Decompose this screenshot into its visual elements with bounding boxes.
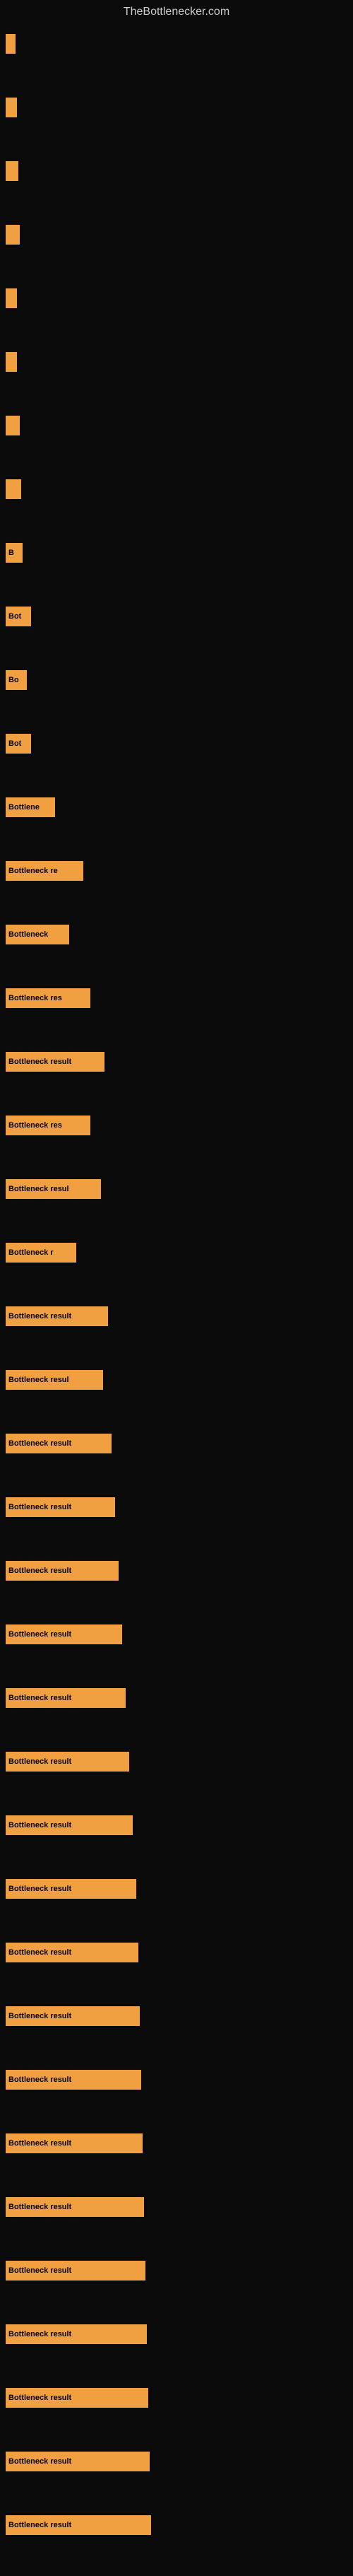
bar-row: Bottleneck resul [6,1367,347,1431]
bar-row: Bottleneck result [6,2131,347,2194]
result-bar: Bottleneck result [6,1752,129,1772]
bar-row: Bottleneck result [6,1813,347,1876]
result-bar: Bottleneck result [6,1624,122,1644]
bar-row: Bottleneck result [6,2449,347,2512]
bar-row [6,158,347,222]
result-bar: Bottleneck result [6,2006,140,2026]
result-bar [6,288,17,308]
bar-row: Bottleneck result [6,1622,347,1685]
result-bar: Bottleneck re [6,861,83,881]
result-bar: Bottleneck result [6,1052,104,1072]
result-bar: Bottleneck result [6,1434,112,1453]
result-bar: Bottleneck result [6,2197,144,2217]
result-bar: Bottleneck result [6,2324,147,2344]
bar-row [6,286,347,349]
result-bar: Bottleneck result [6,1879,136,1899]
result-bar: Bo [6,670,27,690]
result-bar: Bottleneck result [6,1688,126,1708]
bar-row: Bot [6,604,347,667]
bar-row: Bottleneck r [6,1240,347,1304]
result-bar: Bottleneck result [6,1815,133,1835]
bar-row [6,413,347,476]
result-bar [6,225,20,245]
result-bar: Bottleneck [6,925,69,944]
result-bar: Bot [6,734,31,754]
bar-row: Bottleneck result [6,2322,347,2385]
bar-row: Bottleneck [6,922,347,985]
bar-row [6,349,347,413]
bar-row: Bottleneck result [6,2385,347,2449]
bar-row [6,95,347,158]
result-bar: Bottleneck result [6,1306,108,1326]
result-bar: Bot [6,607,31,626]
bar-row: Bottleneck re [6,858,347,922]
bar-row: Bottleneck result [6,1494,347,1558]
result-bar [6,161,18,181]
bar-row: Bottleneck result [6,2194,347,2258]
result-bar: Bottleneck result [6,2070,141,2090]
result-bar [6,34,16,54]
result-bar [6,98,17,117]
result-bar: Bottleneck result [6,2388,148,2408]
result-bar: Bottleneck resul [6,1370,103,1390]
result-bar: Bottlene [6,797,55,817]
bar-row: Bo [6,667,347,731]
result-bar: Bottleneck result [6,1561,119,1581]
bar-row: Bottleneck res [6,1113,347,1176]
bar-row: Bottleneck result [6,1876,347,1940]
result-bar: Bottleneck result [6,2515,151,2535]
site-title: TheBottlenecker.com [0,0,353,24]
bar-row: Bottleneck result [6,1685,347,1749]
bar-row [6,476,347,540]
result-bar: Bottleneck res [6,1116,90,1135]
result-bar: Bottleneck result [6,2452,150,2471]
result-bar: Bottleneck result [6,1497,115,1517]
result-bar: Bottleneck result [6,2261,145,2281]
bar-row: Bottleneck result [6,2067,347,2131]
bar-row: Bottleneck result [6,1749,347,1813]
bar-row: Bottleneck result [6,1940,347,2003]
bar-row: Bottleneck result [6,1558,347,1622]
result-bar: Bottleneck res [6,988,90,1008]
bar-row: Bottleneck res [6,985,347,1049]
bar-row: Bottleneck result [6,2003,347,2067]
result-bar: Bottleneck resul [6,1179,101,1199]
bar-row: Bottleneck result [6,2258,347,2322]
bar-row: Bottleneck result [6,1049,347,1113]
bar-row: Bottleneck resul [6,1176,347,1240]
result-bar [6,352,17,372]
result-bar [6,479,21,499]
bar-row: Bottleneck result [6,1304,347,1367]
result-bar: B [6,543,23,563]
bar-row [6,222,347,286]
result-bar: Bottleneck result [6,2133,143,2153]
bar-row: B [6,540,347,604]
result-bar: Bottleneck r [6,1243,76,1263]
bar-row [6,31,347,95]
bar-row: Bottleneck result [6,1431,347,1494]
result-bar [6,416,20,435]
result-bar: Bottleneck result [6,1943,138,1962]
bar-row: Bottlene [6,795,347,858]
bar-row: Bottleneck result [6,2512,347,2576]
bar-row: Bot [6,731,347,795]
